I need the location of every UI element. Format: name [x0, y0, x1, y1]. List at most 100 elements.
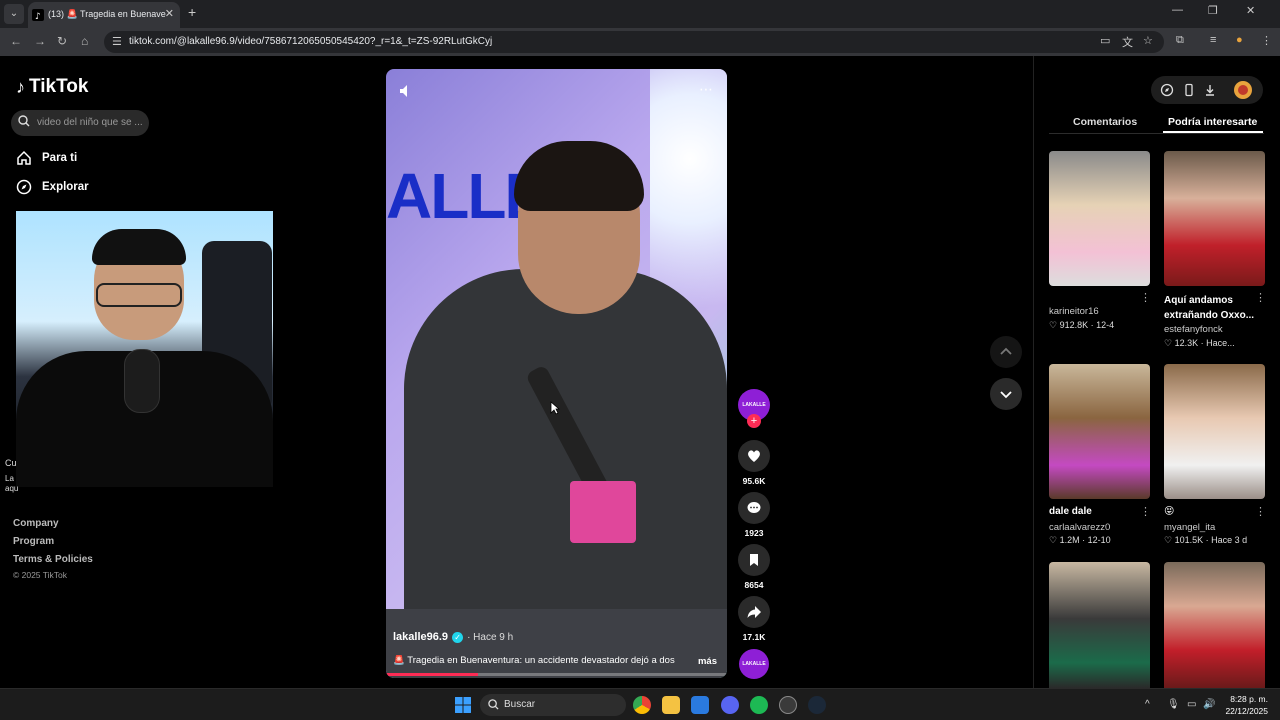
close-window-icon[interactable]: ✕ [1246, 4, 1255, 17]
user-avatar-icon[interactable] [1233, 80, 1253, 100]
comment-button[interactable] [738, 492, 770, 524]
sound-avatar[interactable]: LAKALLE [739, 649, 769, 679]
taskbar-clock[interactable]: 8:28 p. m. 22/12/2025 [1222, 693, 1268, 717]
sidebar-cut-text: La [5, 474, 14, 483]
bookmark-icon [750, 554, 758, 566]
card-username[interactable]: myangel_ita [1164, 522, 1260, 533]
more-description-button[interactable]: más [698, 656, 717, 667]
video-thumbnail[interactable] [1164, 562, 1265, 688]
video-progress-fill [386, 673, 479, 676]
card-title[interactable]: dale dale [1049, 506, 1145, 517]
site-info-icon[interactable]: ☰ [112, 35, 122, 48]
app-icon[interactable] [779, 696, 797, 714]
video-thumbnail[interactable] [1164, 151, 1265, 286]
video-player[interactable]: ALLE ⋯ lakalle96.9 ✓ · Hace 9 h 🚨 Traged… [386, 69, 727, 678]
webcam-person-hair [92, 229, 186, 265]
card-title[interactable]: 😝 [1164, 506, 1260, 517]
video-progress-bar[interactable] [386, 673, 727, 676]
video-author[interactable]: lakalle96.9 ✓ · Hace 9 h [393, 631, 513, 643]
logo-text: TikTok [29, 76, 89, 97]
compass-icon [16, 179, 32, 195]
menu-kebab-icon[interactable]: ⋮ [1261, 34, 1272, 47]
taskbar-search[interactable]: Buscar [480, 694, 626, 716]
steam-icon[interactable] [808, 696, 826, 714]
windows-start-icon[interactable] [454, 696, 472, 714]
card-stats: ♡ 912.8K · 12-4 [1049, 320, 1115, 330]
video-thumbnail[interactable] [1049, 364, 1150, 499]
tab-comments[interactable]: Comentarios [1073, 116, 1137, 128]
browser-tab-active[interactable]: ♪ (13) 🚨 Tragedia en Buenaventura ✕ [28, 2, 180, 28]
clock-time: 8:28 p. m. [1230, 694, 1268, 704]
follow-plus-icon[interactable]: + [747, 414, 761, 428]
card-more-icon[interactable]: ⋮ [1140, 291, 1151, 304]
video-thumbnail[interactable] [1049, 151, 1150, 286]
reload-icon[interactable]: ↻ [57, 34, 67, 48]
tiktok-logo[interactable]: ♪ TikTok [16, 76, 88, 98]
cast-icon[interactable]: ▭ [1100, 34, 1110, 47]
tab-close-icon[interactable]: ✕ [165, 7, 174, 20]
store-icon[interactable] [691, 696, 709, 714]
previous-video-button[interactable] [990, 336, 1022, 368]
translate-icon[interactable]: 文 [1122, 34, 1133, 50]
save-button[interactable] [738, 544, 770, 576]
card-username[interactable]: karineitor16 [1049, 306, 1145, 317]
card-username[interactable]: estefanyfonck [1164, 324, 1260, 335]
tab-you-may-like[interactable]: Podría interesarte [1168, 116, 1257, 128]
chevron-down-icon [1000, 391, 1012, 399]
video-thumbnail[interactable] [1049, 562, 1150, 688]
tab-title: (13) 🚨 Tragedia en Buenaventura [48, 9, 166, 19]
mouse-cursor-icon [550, 401, 560, 415]
back-icon[interactable]: ← [10, 34, 22, 48]
video-thumbnail[interactable] [1164, 364, 1265, 499]
volume-tray-icon[interactable]: 🔊 [1203, 699, 1215, 710]
card-stats: ♡ 101.5K · Hace 3 d [1164, 535, 1248, 545]
clock-date: 22/12/2025 [1225, 706, 1268, 716]
new-tab-icon[interactable]: + [188, 4, 196, 20]
nav-item-for-you[interactable]: Para ti [16, 150, 77, 166]
url-text: tiktok.com/@lakalle96.9/video/7586712065… [129, 36, 493, 47]
next-video-button[interactable] [990, 378, 1022, 410]
like-button[interactable] [738, 440, 770, 472]
footer-link-program[interactable]: Program [13, 536, 54, 547]
tray-overflow-icon[interactable]: ^ [1145, 699, 1150, 710]
card-title[interactable]: Aquí andamos extrañando Oxxo... [1164, 293, 1260, 323]
video-more-icon[interactable]: ⋯ [699, 81, 713, 98]
card-date: 12-4 [1096, 320, 1115, 330]
profile-avatar-icon[interactable]: ● [1236, 34, 1243, 46]
video-description: 🚨 Tragedia en Buenaventura: un accidente… [393, 655, 675, 666]
discord-icon[interactable] [721, 696, 739, 714]
search-input[interactable]: video del niño que se ... [11, 110, 149, 136]
comment-count: 1923 [744, 528, 764, 538]
active-tab-indicator [1163, 131, 1263, 133]
download-icon[interactable] [1203, 83, 1217, 97]
media-icon[interactable]: ≡ [1210, 34, 1216, 46]
bookmark-star-icon[interactable]: ☆ [1143, 34, 1153, 47]
volume-icon[interactable] [398, 83, 414, 99]
footer-link-company[interactable]: Company [13, 518, 59, 529]
chrome-icon[interactable] [633, 696, 651, 714]
share-button[interactable] [738, 596, 770, 628]
network-icon[interactable]: ▭ [1187, 699, 1196, 710]
card-date: Hace 3 d [1211, 535, 1248, 545]
card-username[interactable]: carlaalvarezz0 [1049, 522, 1145, 533]
webcam-overlay [16, 211, 273, 487]
windows-taskbar: Buscar ^ 🎙 ▭ 🔊 8:28 p. m. 22/12/2025 [0, 688, 1280, 720]
footer-link-terms[interactable]: Terms & Policies [13, 554, 93, 565]
chevron-up-icon [1000, 347, 1012, 355]
tab-search-button[interactable]: ⌄ [4, 4, 24, 24]
nav-item-explore[interactable]: Explorar [16, 179, 89, 195]
verified-icon: ✓ [452, 631, 464, 643]
extensions-icon[interactable]: ⧉ [1176, 34, 1184, 47]
compass-small-icon[interactable] [1160, 83, 1174, 97]
forward-icon[interactable]: → [34, 34, 46, 48]
file-explorer-icon[interactable] [662, 696, 680, 714]
microphone-icon[interactable]: 🎙 [1167, 699, 1180, 710]
phone-icon[interactable] [1182, 83, 1196, 97]
copyright-text: © 2025 TikTok [13, 570, 67, 580]
minimize-icon[interactable]: — [1172, 4, 1183, 16]
maximize-icon[interactable]: ❐ [1208, 4, 1218, 17]
address-bar[interactable]: ☰ tiktok.com/@lakalle96.9/video/75867120… [104, 31, 1164, 53]
spotify-icon[interactable] [750, 696, 768, 714]
home-browser-icon[interactable]: ⌂ [81, 34, 88, 48]
card-stats: ♡ 12.3K · Hace... [1164, 338, 1235, 348]
